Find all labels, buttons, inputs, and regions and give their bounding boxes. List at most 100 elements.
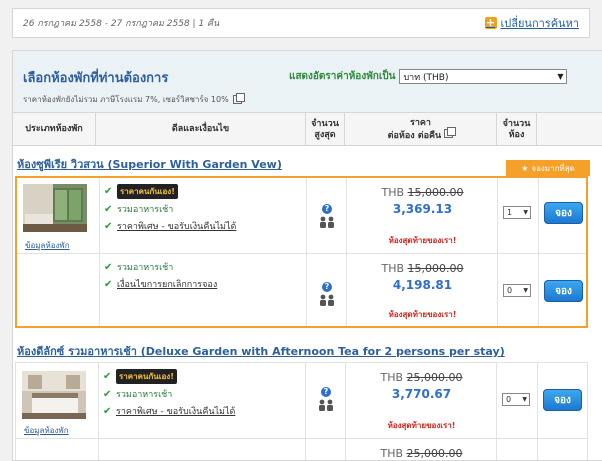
rate-conditions: ✔ ราคาคนกันเอง! ✔ รวมอาหารเช้า ✔ ราคาพิเศษ … (100, 363, 306, 438)
search-summary-bar: 26 กรกฎาคม 2558 - 27 กรกฎาคม 2558 | 1 คื… (12, 8, 590, 38)
book-button[interactable]: จอง (544, 202, 583, 224)
price-info-icon[interactable] (444, 126, 457, 138)
best-seller-label: จองมากที่สุด (531, 163, 575, 173)
occupancy-icon-group[interactable]: ? (316, 204, 338, 230)
original-price-value: 25,000.00 (406, 371, 463, 384)
check-icon: ✔ (104, 186, 113, 197)
rate-row: ✔ ราคาคนกันเอง! ✔ รวมอาหารเช้า ✔ ราคาพิเศษ … (17, 178, 586, 254)
discounted-price: 3,770.67 (391, 387, 452, 401)
col-max-occupancy: จำนวน สูงสุด (306, 113, 345, 146)
two-people-icon (320, 216, 334, 228)
price-cell: THB 15,000.00 4,198.81 ห้องสุดท้ายของเรา… (348, 254, 498, 326)
room-quantity-select[interactable]: 0 ▼ (503, 284, 531, 297)
change-search-link[interactable]: + เปลี่ยนการค้นหา (484, 14, 580, 32)
price-cell: THB 15,000.00 3,369.13 ห้องสุดท้ายของเรา… (348, 178, 498, 253)
condition-text: รวมอาหารเช้า (117, 263, 174, 273)
rate-conditions (100, 439, 306, 460)
change-search-label: เปลี่ยนการค้นหา (500, 17, 580, 30)
occupancy-icon-group[interactable]: ? (315, 387, 337, 413)
condition-line: ✔ ราคาพิเศษ - ขอรับเงินคืนไม่ได้ (104, 219, 306, 233)
hot-deal-badge: ราคาคนกันเอง! (117, 184, 178, 199)
plus-icon: + (484, 16, 497, 29)
original-price: THB 25,000.00 (347, 371, 496, 384)
last-room-note: ห้องสุดท้ายของเรา! (388, 310, 457, 319)
question-icon: ? (321, 387, 331, 397)
currency-code: THB (381, 262, 405, 275)
star-icon: ★ (521, 163, 529, 173)
condition-link[interactable]: ราคาพิเศษ - ขอรับเงินคืนไม่ได้ (116, 404, 235, 418)
condition-line: ✔ เงื่อนไขการยกเลิกการจอง (104, 277, 306, 291)
occupancy-cell (307, 439, 346, 460)
col-room-type: ประเภทห้องพัก (13, 113, 96, 146)
col-price: ราคา ต่อห้อง ต่อคืน (345, 113, 497, 146)
original-price-value: 15,000.00 (407, 186, 464, 199)
currency-selector: แสดงอัตราค่าห้องพักเป็น บาท (THB) ▼ (289, 69, 568, 84)
room-title-superior[interactable]: ห้องซูพีเรีย วิวสวน (Superior With Garde… (17, 155, 282, 173)
currency-code: THB (380, 371, 404, 384)
last-room-note: ห้องสุดท้ายของเรา! (387, 421, 456, 430)
rate-row: THB 25,000.00 (16, 439, 587, 460)
quantity-cell: 0 ▼ (498, 363, 538, 438)
original-price: THB 15,000.00 (348, 262, 497, 275)
col-rooms-line2: ห้อง (508, 129, 525, 140)
check-icon: ✔ (104, 203, 113, 215)
discounted-price: 3,369.13 (392, 202, 453, 216)
condition-line: ✔ รวมอาหารเช้า (104, 260, 306, 274)
last-room-note: ห้องสุดท้ายของเรา! (388, 236, 457, 245)
original-price-value: 25,000.00 (406, 447, 463, 460)
quantity-cell: 1 ▼ (499, 178, 539, 253)
condition-text: รวมอาหารเช้า (116, 390, 173, 400)
book-button[interactable]: จอง (544, 280, 583, 302)
tax-note-text: ราคาห้องพักยังไม่รวม ภาษีโรงแรม 7%, เซอร… (23, 95, 229, 104)
check-icon: ✔ (103, 388, 112, 400)
rate-conditions: ✔ ราคาคนกันเอง! ✔ รวมอาหารเช้า ✔ ราคาพิเศษ … (101, 178, 307, 253)
price-cell: THB 25,000.00 (347, 439, 497, 460)
col-rooms: จำนวน ห้อง (497, 113, 537, 146)
currency-dropdown[interactable]: บาท (THB) ▼ (399, 69, 568, 84)
condition-line: ✔ ราคาคนกันเอง! (103, 369, 305, 384)
check-icon: ✔ (104, 220, 113, 232)
condition-link[interactable]: ราคาพิเศษ - ขอรับเงินคืนไม่ได้ (117, 219, 236, 233)
col-conditions: ดีลและเงื่อนไข (96, 113, 306, 146)
rate-row: ✔ รวมอาหารเช้า ✔ เงื่อนไขการยกเลิกการจอง ?… (17, 254, 586, 326)
two-people-icon (320, 294, 334, 306)
room-quantity-select[interactable]: 1 ▼ (503, 206, 531, 219)
occupancy-cell: ? (308, 254, 347, 326)
room-quantity-select[interactable]: 0 ▼ (502, 393, 530, 406)
room-group-deluxe: ข้อมูลห้องพัก ✔ ราคาคนกันเอง! ✔ รวมอาหารเช… (15, 362, 588, 460)
quantity-value: 0 (507, 286, 513, 295)
currency-value: บาท (THB) (403, 72, 449, 83)
condition-line: ✔ รวมอาหารเช้า (104, 202, 306, 216)
quantity-cell: 0 ▼ (499, 254, 539, 326)
col-max-occupancy-line2: สูงสุด (314, 129, 336, 140)
quantity-value: 0 (506, 395, 512, 404)
info-popup-icon[interactable] (232, 93, 245, 104)
room-title-deluxe[interactable]: ห้องดีลักซ์ รวมอาหารเช้า (Deluxe Garden … (17, 342, 505, 360)
stay-dates: 26 กรกฎาคม 2558 - 27 กรกฎาคม 2558 | 1 คื… (23, 19, 220, 29)
check-icon: ✔ (103, 405, 112, 417)
check-icon: ✔ (103, 371, 112, 382)
chevron-down-icon: ▼ (522, 396, 527, 403)
hot-deal-badge: ราคาคนกันเอง! (116, 369, 177, 384)
condition-text: รวมอาหารเช้า (117, 205, 174, 215)
discounted-price: 4,198.81 (392, 278, 453, 292)
tax-note: ราคาห้องพักยังไม่รวม ภาษีโรงแรม 7%, เซอร… (23, 93, 245, 106)
currency-code: THB (380, 447, 404, 460)
occupancy-icon-group[interactable]: ? (316, 282, 338, 308)
book-button[interactable]: จอง (543, 389, 582, 411)
quantity-cell (498, 439, 538, 460)
chevron-down-icon: ▼ (523, 287, 528, 294)
condition-line: ✔ รวมอาหารเช้า (103, 387, 305, 401)
room-group-superior: ข้อมูลห้องพัก ✔ ราคาคนกันเอง! ✔ รวมอาหารเช… (15, 176, 588, 328)
check-icon: ✔ (104, 261, 113, 273)
best-seller-badge: ★ จองมากที่สุด (506, 160, 590, 176)
col-price-line2: ต่อห้อง ต่อคืน (388, 126, 457, 142)
question-icon: ? (322, 282, 332, 292)
col-max-occupancy-line1: จำนวน (311, 118, 339, 129)
occupancy-cell: ? (307, 363, 346, 438)
condition-link[interactable]: เงื่อนไขการยกเลิกการจอง (117, 277, 217, 291)
chevron-down-icon: ▼ (557, 72, 564, 81)
panel-header: เลือกห้องพักที่ท่านต้องการ ราคาห้องพักยั… (13, 51, 602, 113)
original-price: THB 15,000.00 (348, 186, 497, 199)
currency-label: แสดงอัตราค่าห้องพักเป็น (289, 71, 396, 82)
